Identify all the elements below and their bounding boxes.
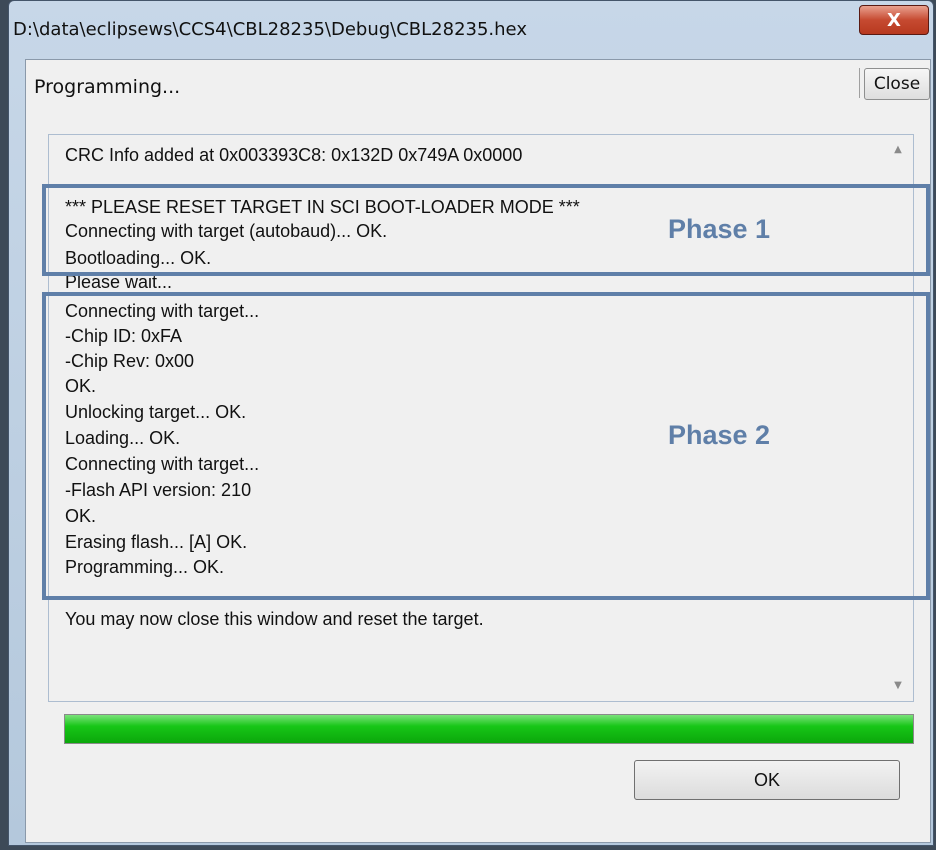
window-close-button[interactable]: X — [859, 5, 929, 35]
close-button[interactable]: Close — [864, 68, 930, 100]
phase-2-label: Phase 2 — [668, 420, 771, 450]
progress-fill — [65, 715, 913, 743]
status-label: Programming... — [34, 76, 181, 98]
scroll-down-arrow-icon[interactable]: ▼ — [891, 679, 905, 693]
status-bar: Programming... — [26, 62, 856, 118]
close-x-icon: X — [887, 9, 901, 31]
status-separator — [859, 68, 860, 98]
log-line: You may now close this window and reset … — [65, 609, 484, 629]
scroll-up-arrow-icon[interactable]: ▲ — [891, 143, 905, 157]
ok-button[interactable]: OK — [634, 760, 900, 800]
phase-1-annotation-box — [42, 184, 930, 276]
dialog-client-area: Programming... Close CRC Info added at 0… — [25, 59, 931, 843]
window-title: D:\data\eclipsews\CCS4\CBL28235\Debug\CB… — [13, 19, 527, 40]
log-line: CRC Info added at 0x003393C8: 0x132D 0x7… — [65, 145, 523, 165]
phase-2-annotation-box — [42, 292, 930, 600]
phase-1-label: Phase 1 — [668, 214, 771, 244]
progress-bar — [64, 714, 914, 744]
dialog-window: D:\data\eclipsews\CCS4\CBL28235\Debug\CB… — [8, 0, 934, 846]
